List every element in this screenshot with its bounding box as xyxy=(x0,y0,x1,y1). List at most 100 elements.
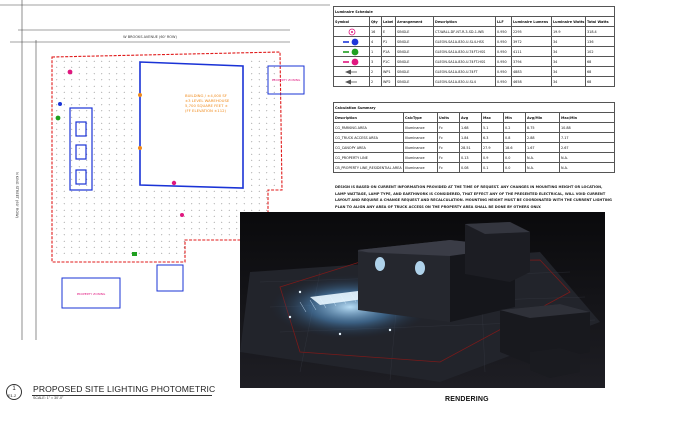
svg-text:+: + xyxy=(64,165,66,168)
svg-text:+: + xyxy=(146,246,148,249)
svg-text:+: + xyxy=(71,103,73,106)
svg-text:+: + xyxy=(56,227,58,230)
svg-text:+: + xyxy=(176,246,178,249)
svg-text:+: + xyxy=(146,196,148,199)
svg-text:+: + xyxy=(94,172,96,175)
svg-text:+: + xyxy=(101,246,103,249)
svg-text:+: + xyxy=(64,172,66,175)
svg-text:+: + xyxy=(266,165,268,168)
svg-text:+: + xyxy=(94,122,96,125)
table-row: CG_PARKING AREA Illuminance Fc 1.68 5.1 0.2 8.… xyxy=(333,122,615,133)
rendering-image xyxy=(240,212,605,388)
svg-text:+: + xyxy=(109,103,111,106)
svg-text:+: + xyxy=(79,103,81,106)
svg-text:+: + xyxy=(79,240,81,243)
svg-text:+: + xyxy=(116,66,118,69)
svg-text:+: + xyxy=(146,215,148,218)
svg-text:+: + xyxy=(79,66,81,69)
svg-text:+: + xyxy=(161,209,163,212)
svg-text:+: + xyxy=(259,79,261,82)
svg-text:+: + xyxy=(109,66,111,69)
svg-text:+: + xyxy=(139,221,141,224)
svg-text:+: + xyxy=(169,234,171,237)
svg-text:+: + xyxy=(79,97,81,100)
luminaire-schedule-caption: Luminaire Schedule xyxy=(332,6,616,17)
svg-text:+: + xyxy=(229,196,231,199)
table-cell: 0.950 xyxy=(495,26,512,37)
svg-text:+: + xyxy=(86,196,88,199)
table-cell: 34 xyxy=(551,56,586,67)
svg-text:+: + xyxy=(71,122,73,125)
svg-text:+: + xyxy=(214,221,216,224)
svg-text:+: + xyxy=(259,184,261,187)
svg-text:+: + xyxy=(251,72,253,75)
svg-text:+: + xyxy=(266,172,268,175)
svg-text:+: + xyxy=(94,221,96,224)
svg-text:+: + xyxy=(71,165,73,168)
svg-text:+: + xyxy=(124,147,126,150)
svg-text:+: + xyxy=(124,141,126,144)
svg-text:+: + xyxy=(64,190,66,193)
svg-text:+: + xyxy=(139,240,141,243)
svg-text:+: + xyxy=(139,246,141,249)
svg-text:+: + xyxy=(101,215,103,218)
svg-text:+: + xyxy=(124,190,126,193)
luminaire-symbol-icon xyxy=(333,66,370,77)
table-cell: 16 xyxy=(369,26,382,37)
svg-text:+: + xyxy=(124,85,126,88)
svg-text:+: + xyxy=(109,240,111,243)
svg-text:+: + xyxy=(124,128,126,131)
svg-text:+: + xyxy=(214,209,216,212)
svg-text:+: + xyxy=(169,252,171,255)
svg-text:+: + xyxy=(221,196,223,199)
svg-text:+: + xyxy=(259,91,261,94)
table-cell: Illuminance xyxy=(403,162,438,173)
svg-text:+: + xyxy=(229,215,231,218)
svg-text:+: + xyxy=(131,221,133,224)
svg-text:+: + xyxy=(131,110,133,113)
svg-text:+: + xyxy=(79,91,81,94)
svg-text:+: + xyxy=(71,215,73,218)
svg-text:+: + xyxy=(259,153,261,156)
svg-text:+: + xyxy=(64,159,66,162)
svg-text:+: + xyxy=(64,128,66,131)
table-cell: CG_CANOPY AREA xyxy=(333,142,404,153)
svg-text:+: + xyxy=(266,116,268,119)
svg-text:+: + xyxy=(116,178,118,181)
svg-text:+: + xyxy=(86,79,88,82)
svg-text:+: + xyxy=(191,190,193,193)
table-cell: P1C xyxy=(381,56,396,67)
svg-text:+: + xyxy=(131,159,133,162)
svg-text:+: + xyxy=(176,196,178,199)
table-cell: WP2 xyxy=(381,76,396,87)
svg-text:+: + xyxy=(274,72,276,75)
svg-text:+: + xyxy=(79,196,81,199)
svg-text:+: + xyxy=(266,128,268,131)
svg-text:+: + xyxy=(146,240,148,243)
table-row: 3 P1C SINGLE GLEON-SA1A-830-U-T4FT-HSS 0.950… xyxy=(333,56,616,67)
svg-text:+: + xyxy=(206,209,208,212)
svg-text:+: + xyxy=(221,227,223,230)
svg-text:+: + xyxy=(259,203,261,206)
svg-text:+: + xyxy=(184,196,186,199)
svg-text:+: + xyxy=(266,103,268,106)
svg-text:+: + xyxy=(251,165,253,168)
svg-text:+: + xyxy=(86,190,88,193)
svg-text:+: + xyxy=(236,227,238,230)
luminaire-schedule-header: Symbol Qty Label Arrangement Description LLF L… xyxy=(333,16,616,27)
svg-text:+: + xyxy=(86,203,88,206)
svg-text:+: + xyxy=(71,110,73,113)
svg-text:+: + xyxy=(71,240,73,243)
svg-text:+: + xyxy=(131,196,133,199)
svg-text:+: + xyxy=(214,215,216,218)
svg-text:+: + xyxy=(131,178,133,181)
svg-text:+: + xyxy=(101,141,103,144)
svg-text:+: + xyxy=(94,153,96,156)
table-cell: GLEON-SA1A-830-U-SL4 xyxy=(433,76,496,87)
table-cell: 18.6 xyxy=(503,142,526,153)
svg-text:+: + xyxy=(214,196,216,199)
luminaire-column-header: Label xyxy=(381,16,396,27)
svg-text:+: + xyxy=(259,165,261,168)
svg-text:+: + xyxy=(206,203,208,206)
svg-text:+: + xyxy=(101,234,103,237)
